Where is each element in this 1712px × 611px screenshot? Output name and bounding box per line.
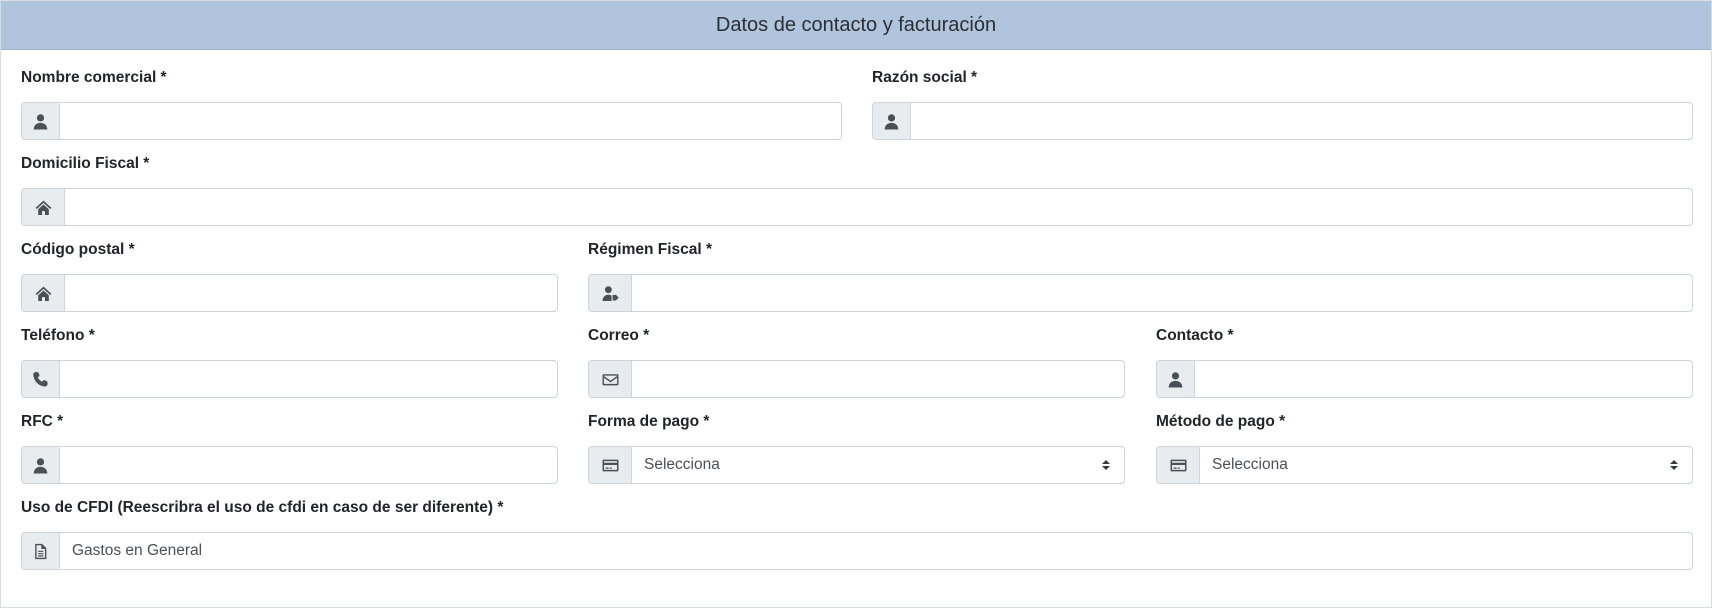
forma-pago-label: Forma de pago * [588,413,710,430]
contacto-input[interactable] [1194,360,1693,398]
regimen-fiscal-field: Régimen Fiscal * [588,240,1693,312]
user-icon [1156,360,1194,398]
envelope-icon [588,360,631,398]
user-icon [872,102,910,140]
contacto-label: Contacto * [1156,327,1234,344]
razon-social-field: Razón social * [872,68,1693,140]
correo-field: Correo * [588,326,1125,398]
nombre-comercial-label: Nombre comercial * [21,69,167,86]
metodo-pago-selected: Selecciona [1212,456,1288,473]
codigo-postal-input[interactable] [64,274,558,312]
domicilio-fiscal-label: Domicilio Fiscal * [21,155,150,172]
telefono-label: Teléfono * [21,327,95,344]
home-icon [21,188,64,226]
razon-social-input[interactable] [910,102,1693,140]
phone-icon [21,360,59,398]
nombre-comercial-input[interactable] [59,102,842,140]
home-icon [21,274,64,312]
user-icon [21,446,59,484]
metodo-pago-select[interactable]: Selecciona [1199,446,1693,484]
domicilio-fiscal-field: Domicilio Fiscal * [21,154,1693,226]
credit-card-icon [1156,446,1199,484]
correo-label: Correo * [588,327,650,344]
razon-social-label: Razón social * [872,69,978,86]
forma-pago-selected: Selecciona [644,456,720,473]
rfc-field: RFC * [21,412,558,484]
codigo-postal-label: Código postal * [21,241,135,258]
uso-cfdi-input[interactable] [59,532,1693,570]
forma-pago-select[interactable]: Selecciona [631,446,1125,484]
rfc-label: RFC * [21,413,64,430]
metodo-pago-label: Método de pago * [1156,413,1286,430]
file-icon [21,532,59,570]
codigo-postal-field: Código postal * [21,240,558,312]
domicilio-fiscal-input[interactable] [64,188,1693,226]
rfc-input[interactable] [59,446,558,484]
telefono-input[interactable] [59,360,558,398]
nombre-comercial-field: Nombre comercial * [21,68,842,140]
user-tag-icon [588,274,631,312]
regimen-fiscal-label: Régimen Fiscal * [588,241,713,258]
correo-input[interactable] [631,360,1125,398]
card-title: Datos de contacto y facturación [715,13,997,36]
select-arrows-icon [1102,460,1110,470]
select-arrows-icon [1670,460,1678,470]
credit-card-icon [588,446,631,484]
uso-cfdi-field: Uso de CFDI (Reescribra el uso de cfdi e… [21,498,1693,570]
contacto-field: Contacto * [1156,326,1693,398]
metodo-pago-field: Método de pago * Selecciona [1156,412,1693,484]
user-icon [21,102,59,140]
card-header: Datos de contacto y facturación [1,1,1711,50]
uso-cfdi-label: Uso de CFDI (Reescribra el uso de cfdi e… [21,499,504,516]
forma-pago-field: Forma de pago * Selecciona [588,412,1125,484]
telefono-field: Teléfono * [21,326,558,398]
regimen-fiscal-input[interactable] [631,274,1693,312]
contact-billing-card: Datos de contacto y facturación Nombre c… [0,0,1712,608]
